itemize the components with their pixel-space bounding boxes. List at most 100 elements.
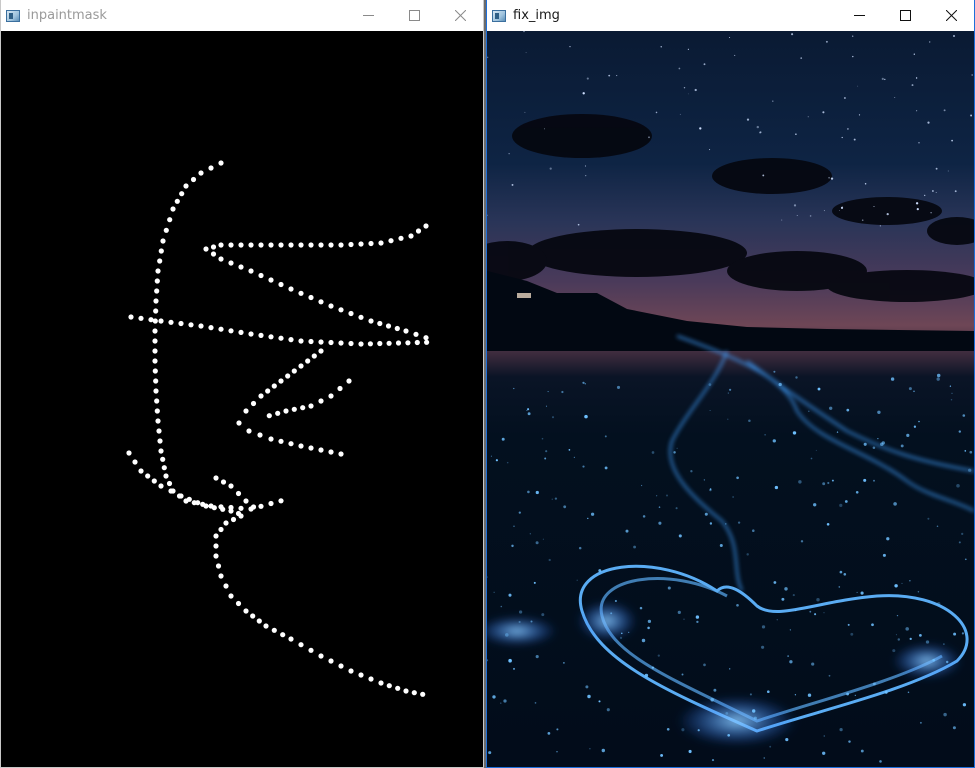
sparkle <box>506 461 509 464</box>
mask-dot <box>377 320 383 327</box>
sparkle <box>527 490 530 494</box>
sparkle <box>877 438 879 440</box>
maximize-button[interactable] <box>391 0 437 31</box>
mask-dot <box>338 451 344 457</box>
sparkle <box>490 455 492 457</box>
sparkle <box>604 435 607 438</box>
sparkle <box>855 490 859 494</box>
sparkle <box>665 494 669 497</box>
star <box>916 110 918 112</box>
star <box>970 114 973 117</box>
close-button[interactable] <box>928 0 974 31</box>
star <box>853 138 856 141</box>
sparkle <box>763 757 765 759</box>
sparkle <box>831 479 834 482</box>
mask-dot <box>298 443 304 449</box>
fixed-image[interactable] <box>487 30 974 767</box>
sparkle <box>505 633 509 637</box>
sparkle <box>848 740 851 743</box>
mask-dot <box>291 368 297 374</box>
maximize-button[interactable] <box>882 0 928 31</box>
sparkle <box>562 661 565 664</box>
mask-dot <box>268 277 274 283</box>
mask-dot <box>308 338 314 345</box>
sparkle <box>736 476 739 480</box>
sparkle <box>906 433 910 437</box>
mask-dot <box>158 318 164 324</box>
sparkle <box>795 609 797 612</box>
sparkle <box>656 495 658 497</box>
sparkle <box>817 387 821 391</box>
sparkle <box>554 497 558 500</box>
sparkle <box>822 751 826 755</box>
mask-dot <box>328 303 334 309</box>
minimize-button[interactable] <box>836 0 882 31</box>
inpaintmask-titlebar[interactable]: inpaintmask <box>1 0 483 31</box>
mask-dot <box>238 505 244 511</box>
star <box>487 214 488 216</box>
sparkle <box>792 431 797 435</box>
sparkle <box>547 391 549 393</box>
close-button[interactable] <box>437 0 483 31</box>
mask-dot <box>145 473 151 479</box>
mask-dot <box>203 246 209 252</box>
sparkle <box>660 753 664 757</box>
sparkle <box>900 444 904 448</box>
mask-dot <box>288 286 294 292</box>
star <box>947 170 949 172</box>
fix-img-window[interactable]: fix_img <box>486 0 975 768</box>
sparkle <box>703 479 706 481</box>
sparkle <box>943 643 945 645</box>
sparkle <box>958 430 961 433</box>
sparkle <box>908 387 912 391</box>
mask-dot <box>213 543 219 549</box>
star <box>879 225 881 227</box>
minimize-button[interactable] <box>345 0 391 31</box>
star <box>549 167 552 170</box>
mask-dot <box>288 337 294 343</box>
star <box>830 177 834 180</box>
sparkle <box>619 636 623 640</box>
sparkle <box>829 406 833 410</box>
star <box>511 183 514 186</box>
glowing-waves <box>669 335 974 592</box>
sparkle <box>695 615 700 619</box>
star <box>825 40 828 43</box>
star <box>807 116 809 118</box>
mask-dot <box>220 479 227 485</box>
star <box>894 96 896 99</box>
mask-dot <box>308 403 314 409</box>
mask-dot <box>153 298 159 304</box>
sparkle <box>936 525 939 527</box>
mask-dot <box>210 251 217 257</box>
sparkle <box>860 749 864 753</box>
mask-dot <box>152 348 158 354</box>
mask-dot <box>258 503 264 509</box>
sparkle <box>681 673 684 676</box>
sparkle <box>794 694 797 696</box>
mask-dot <box>178 493 184 499</box>
mask-dot <box>411 690 417 696</box>
star <box>608 74 611 77</box>
sparkle <box>785 738 789 742</box>
mask-canvas[interactable] <box>1 31 483 767</box>
sparkle <box>758 605 760 607</box>
mask-dot <box>179 191 185 197</box>
inpaintmask-window[interactable]: inpaintmask <box>0 0 484 768</box>
star <box>759 131 762 134</box>
star <box>699 127 702 130</box>
mask-drawing <box>126 160 430 697</box>
mask-dot <box>218 256 224 262</box>
sparkle <box>527 412 531 416</box>
mask-dot <box>238 513 244 519</box>
sparkle <box>969 450 973 454</box>
star <box>703 63 706 66</box>
mask-dot <box>318 299 324 305</box>
sparkle <box>513 387 515 390</box>
fix-img-titlebar[interactable]: fix_img <box>487 0 974 31</box>
sparkle <box>589 748 591 750</box>
mask-dot <box>278 378 284 384</box>
mask-dot <box>358 241 364 247</box>
mask-dot <box>388 238 394 244</box>
mask-dot <box>152 368 158 374</box>
